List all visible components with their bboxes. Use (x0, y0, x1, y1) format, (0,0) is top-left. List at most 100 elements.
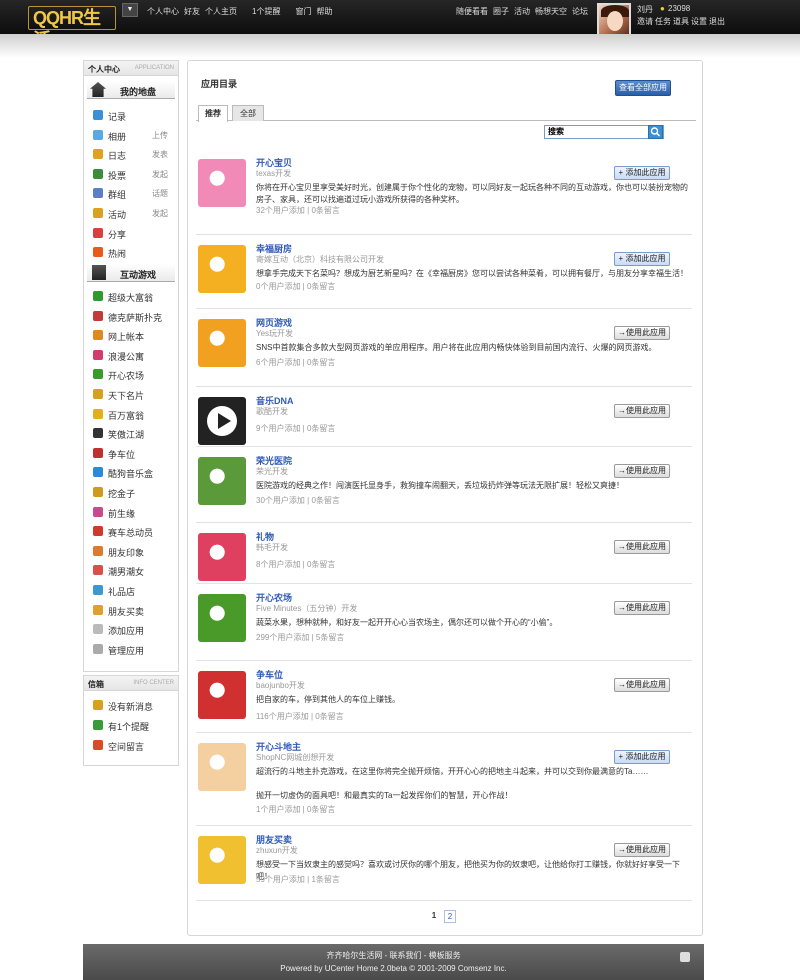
sidebar-item[interactable]: 网上帐本 (93, 328, 177, 344)
sidebar-item[interactable]: 潮男潮女 (93, 563, 177, 579)
comment-count[interactable]: 0条留言 (307, 282, 335, 291)
nav-friends[interactable]: 好友 (184, 7, 200, 16)
sidebar-item[interactable]: 朋友买卖 (93, 603, 177, 619)
app-icon (93, 467, 103, 478)
app-icon[interactable] (198, 533, 246, 581)
app-icon[interactable] (198, 836, 246, 884)
sidebar-item[interactable]: 赛车总动员 (93, 524, 177, 540)
nav-personal-center[interactable]: 个人中心 (147, 7, 179, 16)
settings-link[interactable]: 设置 (691, 17, 707, 26)
nav-forum[interactable]: 论坛 (572, 7, 588, 16)
sidebar-item[interactable]: 挖金子 (93, 485, 177, 501)
sidebar-item[interactable]: 百万富翁 (93, 407, 177, 423)
sidebar-item[interactable]: 管理应用 (93, 642, 177, 658)
comment-count[interactable]: 0条留言 (315, 712, 343, 721)
nav-sky[interactable]: 畅想天空 (535, 7, 567, 16)
site-logo[interactable]: QQHR生活 (28, 6, 116, 50)
app-icon[interactable] (198, 457, 246, 505)
sidebar-item[interactable]: 热闹 (93, 245, 177, 261)
app-icon[interactable] (198, 319, 246, 367)
sidebar-item[interactable]: 浪漫公寓 (93, 348, 177, 364)
sidebar-item-action[interactable]: 发表 (152, 149, 168, 160)
invite-link[interactable]: 邀请 (637, 17, 653, 26)
sidebar-item[interactable]: 朋友印象 (93, 544, 177, 560)
section-my-space[interactable]: 我的地盘 (87, 81, 175, 99)
add-app-button[interactable]: + 添加此应用 (614, 166, 670, 180)
nav-activity[interactable]: 活动 (514, 7, 530, 16)
sidebar-item[interactable]: 活动 发起 (93, 206, 177, 222)
props-link[interactable]: 道具 (673, 17, 689, 26)
app-icon[interactable] (198, 743, 246, 791)
comment-count[interactable]: 5条留言 (316, 633, 344, 642)
logout-link[interactable]: 退出 (709, 17, 725, 26)
sidebar-item-action[interactable]: 话题 (152, 188, 168, 199)
nav-help[interactable]: 帮助 (316, 7, 332, 16)
search-button[interactable] (648, 125, 663, 139)
user-name[interactable]: 刘丹 (637, 4, 653, 15)
sidebar-item[interactable]: 礼品店 (93, 583, 177, 599)
sidebar-item[interactable]: 分享 (93, 226, 177, 242)
app-icon[interactable] (198, 159, 246, 207)
sidebar-item[interactable]: 相册 上传 (93, 128, 177, 144)
nav-browse[interactable]: 随便看看 (456, 7, 488, 16)
sidebar-item[interactable]: 天下名片 (93, 387, 177, 403)
add-app-button[interactable]: + 添加此应用 (614, 750, 670, 764)
sidebar-item[interactable]: 没有新消息 (93, 698, 177, 714)
nav-circles[interactable]: 圈子 (493, 7, 509, 16)
app-icon[interactable] (198, 594, 246, 642)
search-input[interactable]: 搜索 (544, 125, 664, 139)
comment-count[interactable]: 0条留言 (307, 424, 335, 433)
nav-window[interactable]: 窗门 (295, 7, 311, 16)
page-1[interactable]: 1 (428, 910, 440, 923)
section-games[interactable]: 互动游戏 (87, 264, 175, 282)
use-app-button[interactable]: →使用此应用 (614, 843, 670, 857)
user-avatar[interactable] (597, 3, 631, 37)
view-all-apps-button[interactable]: 查看全部应用 (615, 80, 671, 96)
tab-recommended[interactable]: 推荐 (198, 105, 228, 122)
sidebar-item[interactable]: 开心农场 (93, 367, 177, 383)
sidebar-item-action[interactable]: 发起 (152, 208, 168, 219)
app-icon (93, 643, 103, 654)
task-link[interactable]: 任务 (655, 17, 671, 26)
menu-dropdown-button[interactable]: ▼ (122, 3, 138, 17)
back-to-top-icon[interactable] (680, 952, 690, 962)
sidebar-item[interactable]: 酷狗音乐盒 (93, 465, 177, 481)
sidebar-item-action[interactable]: 发起 (152, 169, 168, 180)
use-app-button[interactable]: →使用此应用 (614, 404, 670, 418)
sidebar-item[interactable]: 笑傲江湖 (93, 426, 177, 442)
use-app-button[interactable]: →使用此应用 (614, 601, 670, 615)
use-app-button[interactable]: →使用此应用 (614, 326, 670, 340)
use-app-button[interactable]: →使用此应用 (614, 464, 670, 478)
sidebar-item[interactable]: 争车位 (93, 446, 177, 462)
use-app-button[interactable]: →使用此应用 (614, 678, 670, 692)
app-developer: baojunbo开发 (256, 681, 305, 690)
sidebar-item[interactable]: 空间留言 (93, 738, 177, 754)
nav-homepage[interactable]: 个人主页 (205, 7, 237, 16)
sidebar-item[interactable]: 前生缘 (93, 505, 177, 521)
app-icon[interactable] (198, 245, 246, 293)
comment-count[interactable]: 0条留言 (311, 496, 339, 505)
app-icon[interactable] (198, 671, 246, 719)
tab-all[interactable]: 全部 (232, 105, 264, 121)
sidebar-item[interactable]: 投票 发起 (93, 167, 177, 183)
add-app-button[interactable]: + 添加此应用 (614, 252, 670, 266)
sidebar-item-action[interactable]: 上传 (152, 130, 168, 141)
sidebar-item[interactable]: 日志 发表 (93, 147, 177, 163)
comment-count[interactable]: 1条留言 (311, 875, 339, 884)
use-app-button[interactable]: →使用此应用 (614, 540, 670, 554)
sidebar-item[interactable]: 添加应用 (93, 622, 177, 638)
sidebar-item[interactable]: 超级大富翁 (93, 289, 177, 305)
sidebar-item-label: 酷狗音乐盒 (108, 469, 154, 480)
comment-count[interactable]: 0条留言 (307, 805, 335, 814)
comment-count[interactable]: 0条留言 (307, 560, 335, 569)
comment-count[interactable]: 0条留言 (307, 358, 335, 367)
nav-reminder[interactable]: 1个提醒 (252, 7, 280, 16)
sidebar-item[interactable]: 德克萨斯扑克 (93, 309, 177, 325)
comment-count[interactable]: 0条留言 (311, 206, 339, 215)
sidebar-item[interactable]: 记录 (93, 108, 177, 124)
footer-links[interactable]: 齐齐哈尔生活网 - 联系我们 - 模板服务 (83, 950, 704, 961)
sidebar-item[interactable]: 群组 话题 (93, 186, 177, 202)
sidebar-item[interactable]: 有1个提醒 (93, 718, 177, 734)
page-2[interactable]: 2 (444, 910, 456, 923)
app-icon[interactable] (198, 397, 246, 445)
